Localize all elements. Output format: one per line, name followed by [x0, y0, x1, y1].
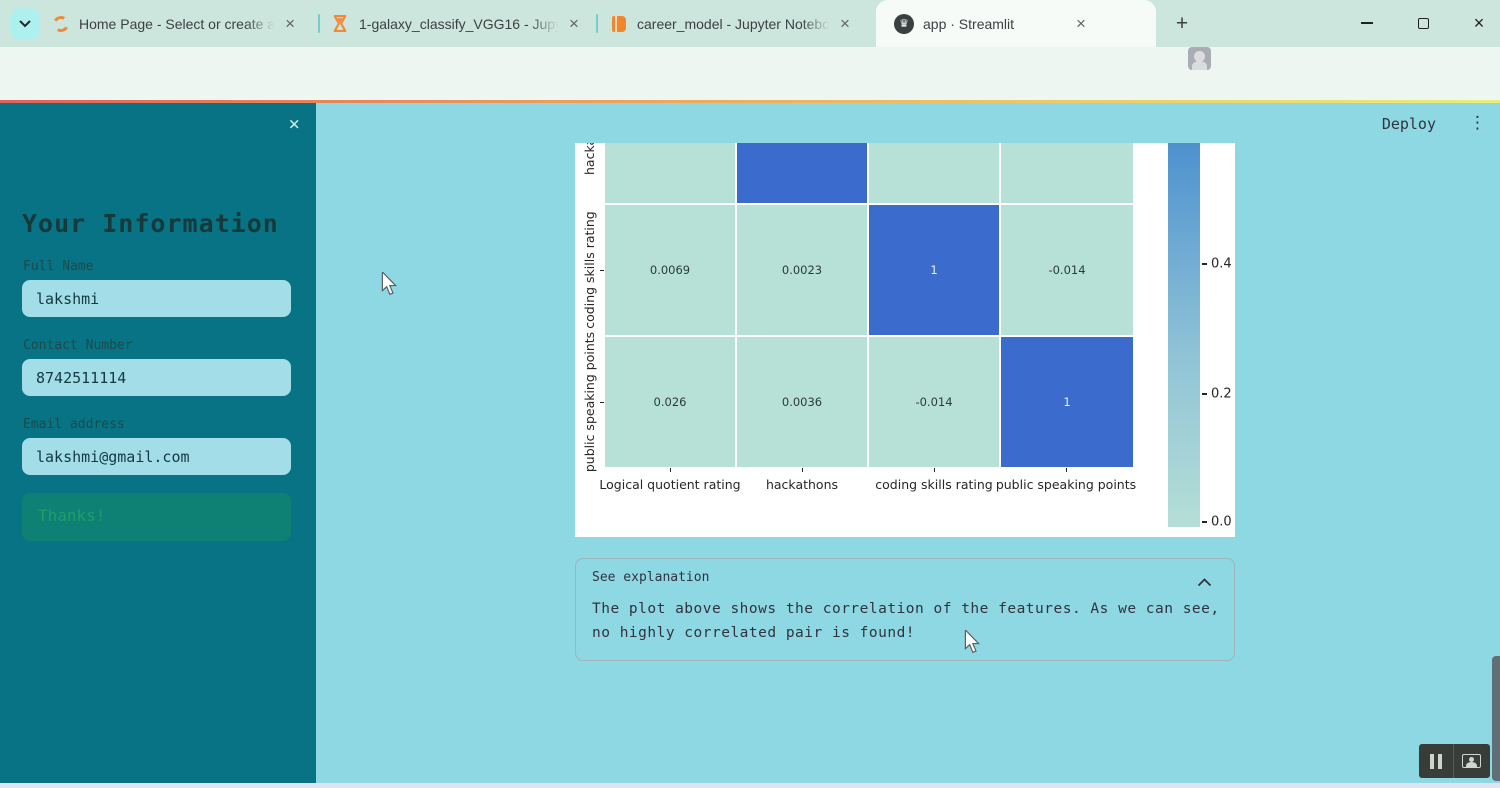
colorbar-tick [1202, 521, 1207, 523]
chevron-up-icon[interactable] [1197, 572, 1212, 591]
heatmap-cell: 1 [869, 205, 999, 335]
explanation-expander: See explanation The plot above shows the… [575, 558, 1235, 661]
x-tick [670, 468, 671, 472]
heatmap-cell [1001, 143, 1133, 203]
success-message-text: Thanks! [38, 506, 105, 525]
app-header: Deploy ⋮ [316, 103, 1500, 143]
close-tab-icon[interactable]: × [285, 15, 295, 32]
expander-header[interactable]: See explanation [576, 559, 1234, 597]
minimize-icon [1361, 22, 1373, 24]
tab-streamlit-app-active[interactable]: ♛ app · Streamlit × [876, 0, 1156, 47]
tab-home-page[interactable]: Home Page - Select or create a × [52, 0, 310, 47]
tab-title: career_model - Jupyter Notebo [637, 16, 830, 32]
pause-icon [1430, 754, 1434, 769]
full-name-field[interactable] [22, 280, 291, 317]
y-tick [600, 402, 604, 403]
recording-controls [1419, 744, 1490, 778]
mouse-cursor [378, 272, 400, 296]
tab-title: 1-galaxy_classify_VGG16 - Jupyt [359, 16, 559, 32]
success-message-box: Thanks! [22, 493, 291, 541]
expander-body-line: The plot above shows the correlation of … [592, 601, 1220, 617]
tab-search-button[interactable] [10, 8, 40, 40]
heatmap-cell [869, 143, 999, 203]
heatmap-cell [737, 143, 867, 203]
notebook-icon [610, 15, 628, 33]
window-maximize-button[interactable] [1408, 10, 1438, 36]
taskbar-edge [0, 783, 1500, 788]
person-frame-icon [1462, 754, 1481, 768]
tab-galaxy-notebook[interactable]: 1-galaxy_classify_VGG16 - Jupyt × [332, 0, 588, 47]
full-name-label: Full Name [23, 259, 93, 274]
streamlit-crown-icon: ♛ [894, 14, 914, 34]
window-close-button[interactable]: × [1464, 10, 1494, 36]
heatmap-cell: -0.014 [1001, 205, 1133, 335]
email-address-field[interactable] [22, 438, 291, 475]
close-tab-icon[interactable]: × [569, 15, 579, 32]
app-menu-icon[interactable]: ⋮ [1469, 113, 1486, 133]
x-axis-label-public-speaking: public speaking points [986, 477, 1146, 492]
correlation-heatmap-figure: 0.0069 0.0023 1 -0.014 0.026 0.0036 -0.0… [575, 143, 1235, 537]
sidebar-title: Your Information [22, 209, 279, 238]
x-tick [934, 468, 935, 472]
browser-toolbar: ← → ↻ i localhost:8501 ☆ OK OK ⋮ [0, 47, 1500, 100]
x-tick [802, 468, 803, 472]
extension-person-icon[interactable] [1188, 47, 1211, 70]
heatmap-cell: -0.014 [869, 337, 999, 467]
colorbar-tick [1202, 263, 1207, 265]
contact-number-label: Contact Number [23, 338, 133, 353]
heatmap-cell [605, 143, 735, 203]
vertical-scrollbar-thumb[interactable] [1492, 656, 1500, 781]
maximize-icon [1418, 18, 1429, 29]
new-tab-button[interactable]: + [1170, 12, 1194, 36]
chevron-down-icon [19, 20, 31, 28]
heatmap-cell: 0.0069 [605, 205, 735, 335]
contact-number-field[interactable] [22, 359, 291, 396]
streamlit-app: × Your Information Full Name Contact Num… [0, 103, 1500, 783]
tab-title: Home Page - Select or create a [79, 16, 275, 32]
heatmap-cell: 0.0036 [737, 337, 867, 467]
browser-tabstrip: Home Page - Select or create a × 1-galax… [0, 0, 1500, 47]
webcam-pip-button[interactable] [1454, 744, 1489, 778]
close-tab-icon[interactable]: × [840, 15, 850, 32]
sidebar-close-icon[interactable]: × [289, 115, 300, 134]
tab-separator [596, 14, 598, 33]
heatmap-cell: 0.0023 [737, 205, 867, 335]
email-address-label: Email address [23, 417, 125, 432]
tab-title: app · Streamlit [923, 16, 1014, 32]
colorbar-tick-label: 0.2 [1211, 387, 1232, 402]
sidebar: × Your Information Full Name Contact Num… [0, 103, 316, 783]
screen: Home Page - Select or create a × 1-galax… [0, 0, 1500, 788]
colorbar [1168, 143, 1200, 527]
expander-body-line: no highly correlated pair is found! [592, 625, 915, 641]
heatmap-cell: 0.026 [605, 337, 735, 467]
tab-separator [318, 14, 320, 33]
expander-title: See explanation [592, 570, 709, 585]
close-tab-icon[interactable]: × [1076, 15, 1086, 32]
deploy-button[interactable]: Deploy [1382, 115, 1436, 133]
colorbar-tick-label: 0.4 [1211, 257, 1232, 272]
pause-button[interactable] [1419, 744, 1454, 778]
window-minimize-button[interactable] [1352, 10, 1382, 36]
hourglass-icon [332, 15, 350, 33]
x-tick [1066, 468, 1067, 472]
colorbar-tick-label: 0.0 [1211, 515, 1232, 530]
y-tick [600, 270, 604, 271]
orange-arcs-icon [52, 15, 70, 33]
tab-career-model-notebook[interactable]: career_model - Jupyter Notebo × [610, 0, 868, 47]
heatmap-cell: 1 [1001, 337, 1133, 467]
colorbar-tick [1202, 393, 1207, 395]
